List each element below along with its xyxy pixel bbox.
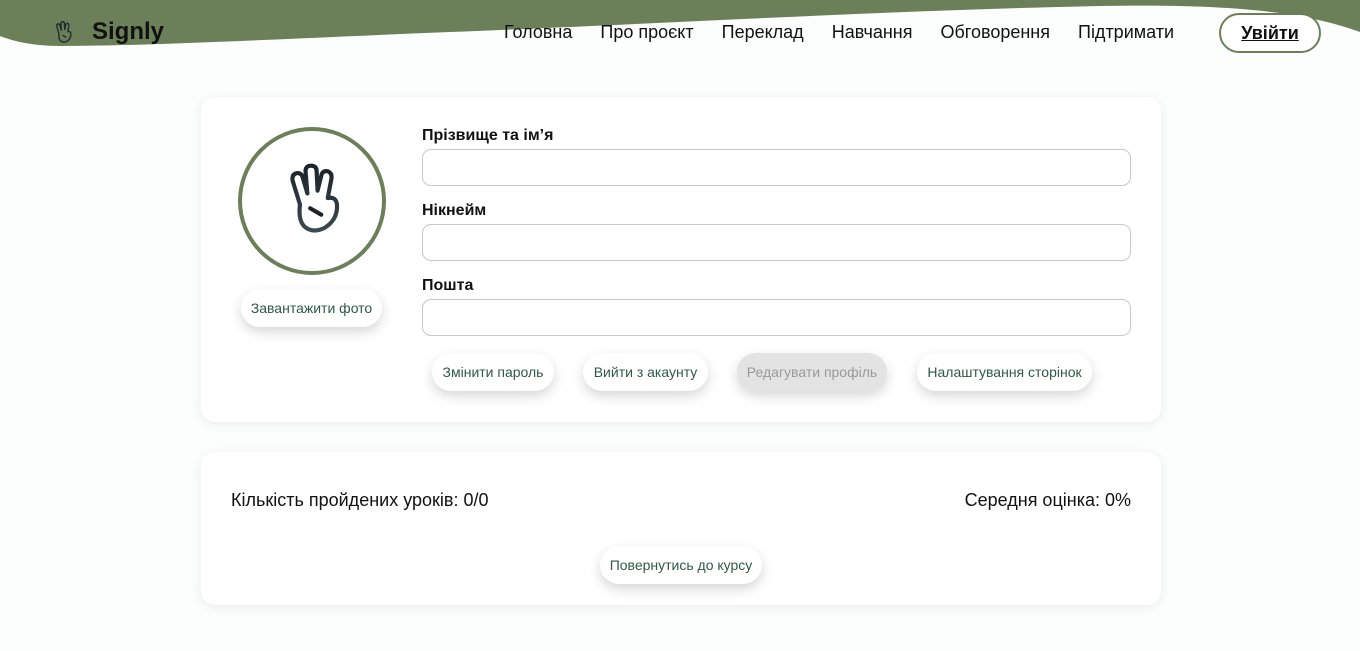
hand-sign-icon bbox=[52, 20, 74, 44]
main-nav: Головна Про проєкт Переклад Навчання Обг… bbox=[504, 22, 1174, 43]
nav-about[interactable]: Про проєкт bbox=[600, 22, 693, 43]
login-button[interactable]: Увійти bbox=[1219, 13, 1321, 53]
nickname-field[interactable] bbox=[422, 224, 1131, 261]
profile-card: Завантажити фото Прізвище та ім’я Нікней… bbox=[201, 97, 1161, 422]
stats-card: Кількість пройдених уроків: 0/0 Середня … bbox=[201, 452, 1161, 605]
average-score-text: Середня оцінка: 0% bbox=[964, 490, 1131, 510]
nav-support[interactable]: Підтримати bbox=[1078, 22, 1174, 43]
edit-profile-button[interactable]: Редагувати профіль bbox=[737, 353, 887, 391]
brand-logo[interactable]: Signly bbox=[52, 18, 164, 46]
hand-sign-icon bbox=[284, 162, 340, 241]
nav-learning[interactable]: Навчання bbox=[832, 22, 913, 43]
nickname-label: Нікнейм bbox=[422, 202, 487, 219]
return-to-course-button[interactable]: Повернутись до курсу bbox=[600, 546, 762, 584]
nav-home[interactable]: Головна bbox=[504, 22, 572, 43]
full-name-field[interactable] bbox=[422, 149, 1131, 186]
avatar bbox=[238, 127, 386, 275]
nav-translate[interactable]: Переклад bbox=[722, 22, 804, 43]
upload-photo-button[interactable]: Завантажити фото bbox=[241, 289, 382, 327]
change-password-button[interactable]: Змінити пароль bbox=[432, 353, 554, 391]
nav-discussion[interactable]: Обговорення bbox=[940, 22, 1050, 43]
full-name-label: Прізвище та ім’я bbox=[422, 127, 554, 144]
page-settings-button[interactable]: Налаштування сторінок bbox=[917, 353, 1092, 391]
logout-button[interactable]: Вийти з акаунту bbox=[583, 353, 708, 391]
lessons-completed-text: Кількість пройдених уроків: 0/0 bbox=[231, 490, 489, 510]
email-label: Пошта bbox=[422, 277, 474, 294]
email-field[interactable] bbox=[422, 299, 1131, 336]
brand-name: Signly bbox=[92, 18, 165, 45]
